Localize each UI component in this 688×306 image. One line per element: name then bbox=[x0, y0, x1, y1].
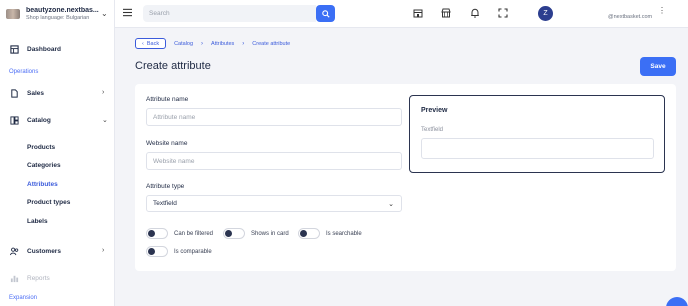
is-comparable-label: Is comparable bbox=[174, 249, 212, 255]
is-searchable-label: Is searchable bbox=[326, 231, 362, 237]
toggle-knob bbox=[148, 248, 155, 255]
shop-icon[interactable] bbox=[441, 8, 451, 18]
page-title: Create attribute bbox=[135, 60, 211, 72]
bar-chart-icon bbox=[10, 275, 19, 283]
sidebar-item-dashboard[interactable]: Dashboard bbox=[10, 45, 61, 54]
section-operations: Operations bbox=[9, 69, 39, 75]
sidebar-item-reports[interactable]: Reports bbox=[10, 274, 50, 283]
attribute-name-label: Attribute name bbox=[146, 96, 189, 103]
save-button[interactable]: Save bbox=[640, 57, 676, 76]
bell-icon[interactable] bbox=[470, 8, 480, 18]
preview-input bbox=[421, 138, 654, 159]
store-switcher[interactable]: beautyzone.nextbas... Shop language: Bul… bbox=[0, 0, 115, 28]
dashboard-icon bbox=[10, 45, 19, 54]
sidebar-item-catalog[interactable]: Catalog bbox=[10, 116, 51, 125]
website-name-label: Website name bbox=[146, 140, 188, 147]
more-vertical-icon[interactable]: ⋮ bbox=[658, 7, 666, 15]
menu-icon[interactable] bbox=[123, 8, 132, 17]
chevron-right-icon: › bbox=[201, 40, 204, 47]
store-name: beautyzone.nextbas... bbox=[26, 7, 99, 14]
sidebar-item-label: Customers bbox=[27, 248, 61, 255]
document-icon bbox=[11, 89, 18, 98]
shows-in-card-toggle[interactable] bbox=[223, 228, 245, 239]
help-chat-button[interactable] bbox=[666, 297, 688, 306]
toggle-knob bbox=[225, 230, 232, 237]
chevron-right-icon: › bbox=[242, 40, 245, 47]
shows-in-card-label: Shows in card bbox=[251, 231, 289, 237]
preview-title: Preview bbox=[421, 107, 448, 114]
back-label: Back bbox=[146, 40, 160, 47]
user-email: @nextbasket.com bbox=[608, 14, 653, 20]
toggle-knob bbox=[300, 230, 307, 237]
sidebar-item-label: Catalog bbox=[27, 117, 51, 124]
sidebar-item-customers[interactable]: Customers bbox=[10, 247, 61, 256]
search-button[interactable] bbox=[316, 5, 335, 22]
sidebar-subitem-categories[interactable]: Categories bbox=[27, 162, 61, 169]
store-language: Shop language: Bulgarian bbox=[26, 15, 90, 21]
sidebar-subitem-products[interactable]: Products bbox=[27, 144, 55, 151]
attribute-type-value: Textfield bbox=[153, 200, 177, 207]
search-input[interactable] bbox=[143, 5, 316, 22]
chevron-down-icon: ⌄ bbox=[102, 117, 108, 124]
preview-field-label: Textfield bbox=[421, 127, 444, 133]
chevron-down-icon[interactable]: ⌄ bbox=[101, 9, 108, 18]
attribute-form-card: Attribute name Website name Attribute ty… bbox=[135, 84, 676, 271]
can-be-filtered-toggle[interactable] bbox=[146, 228, 168, 239]
breadcrumb-current: Create attribute bbox=[252, 40, 291, 47]
toggle-knob bbox=[148, 230, 155, 237]
avatar[interactable]: Z bbox=[538, 6, 553, 21]
users-icon bbox=[10, 247, 19, 256]
attribute-name-input[interactable] bbox=[146, 108, 402, 126]
breadcrumb-attributes[interactable]: Attributes bbox=[211, 41, 234, 47]
sidebar-item-label: Sales bbox=[27, 90, 44, 97]
top-bar: Z @nextbasket.com ⋮ bbox=[115, 0, 688, 28]
chevron-left-icon: ‹ bbox=[142, 40, 144, 47]
preview-panel: Preview Textfield bbox=[409, 95, 665, 173]
back-button[interactable]: ‹ Back bbox=[135, 38, 167, 49]
is-searchable-toggle[interactable] bbox=[298, 228, 320, 239]
sidebar-subitem-attributes[interactable]: Attributes bbox=[27, 181, 58, 188]
chevron-right-icon: › bbox=[102, 89, 105, 96]
store-icon[interactable] bbox=[413, 8, 423, 18]
search-icon bbox=[321, 9, 330, 18]
sidebar-item-label: Reports bbox=[27, 275, 50, 282]
chevron-right-icon: › bbox=[102, 247, 105, 254]
store-logo bbox=[6, 9, 20, 19]
chevron-down-icon: ⌄ bbox=[388, 201, 394, 208]
sidebar-item-label: Dashboard bbox=[27, 46, 61, 53]
sidebar: beautyzone.nextbas... Shop language: Bul… bbox=[0, 0, 115, 306]
sidebar-subitem-labels[interactable]: Labels bbox=[27, 218, 48, 225]
can-be-filtered-label: Can be filtered bbox=[174, 231, 214, 237]
is-comparable-toggle[interactable] bbox=[146, 246, 168, 257]
sidebar-subitem-product-types[interactable]: Product types bbox=[27, 199, 70, 206]
sidebar-item-sales[interactable]: Sales bbox=[10, 89, 44, 98]
fullscreen-icon[interactable] bbox=[498, 8, 508, 18]
breadcrumb: ‹ Back Catalog › Attributes › Create attr… bbox=[135, 38, 290, 49]
catalog-icon bbox=[10, 116, 19, 125]
breadcrumb-catalog[interactable]: Catalog bbox=[174, 41, 193, 47]
attribute-type-label: Attribute type bbox=[146, 183, 185, 190]
website-name-input[interactable] bbox=[146, 152, 402, 170]
section-expansion: Expansion bbox=[9, 295, 38, 301]
attribute-type-select[interactable]: Textfield ⌄ bbox=[146, 195, 402, 212]
